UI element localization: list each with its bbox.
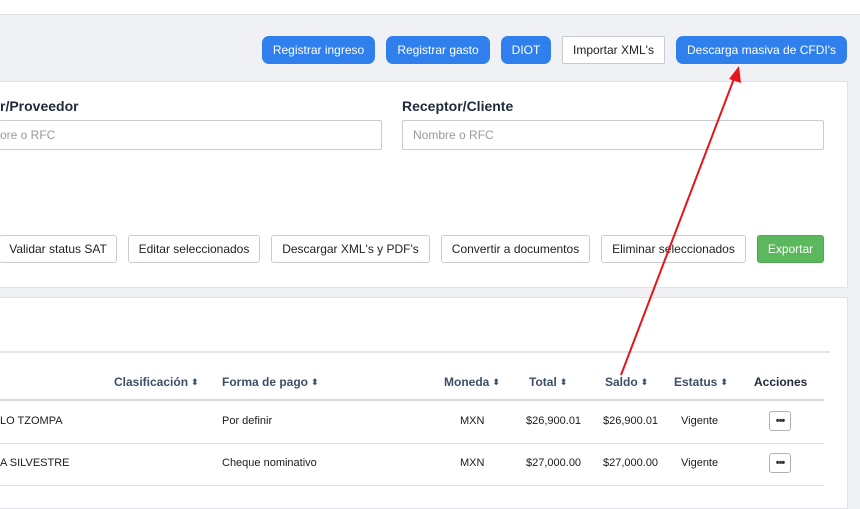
row2-estatus: Vigente [681, 457, 719, 469]
receptor-label: Receptor/Cliente [402, 98, 514, 114]
sort-icon: ⬍ [559, 376, 568, 387]
descargar-xml-pdf-button[interactable]: Descargar XML's y PDF's [271, 235, 430, 263]
eliminar-seleccionados-button[interactable]: Eliminar seleccionados [601, 235, 746, 263]
table-top-divider [0, 351, 830, 353]
row1-forma-pago: Por definir [222, 415, 273, 427]
descarga-masiva-button[interactable]: Descarga masiva de CFDI's [676, 36, 847, 64]
sort-icon: ⬍ [720, 376, 728, 387]
row1-estatus: Vigente [681, 415, 719, 427]
header-acciones: Acciones [754, 375, 808, 389]
editar-seleccionados-button[interactable]: Editar seleccionados [128, 235, 260, 263]
header-moneda[interactable]: Moneda ⬍ [444, 375, 500, 389]
validar-status-sat-button[interactable]: Validar status SAT [0, 235, 117, 263]
sort-icon: ⬍ [640, 376, 649, 387]
diot-button[interactable]: DIOT [501, 36, 551, 64]
table-card [0, 297, 848, 509]
header-forma-pago[interactable]: Forma de pago ⬍ [222, 375, 319, 389]
row1-nombre: LO TZOMPA [0, 415, 63, 427]
convertir-documentos-button[interactable]: Convertir a documentos [441, 235, 590, 263]
row-divider [0, 485, 824, 486]
sort-icon: ⬍ [492, 376, 500, 387]
emisor-input[interactable]: ore o RFC [0, 120, 382, 150]
sort-icon: ⬍ [191, 376, 199, 387]
top-bar [0, 0, 860, 15]
row2-nombre: A SILVESTRE [0, 457, 70, 469]
registrar-ingreso-button[interactable]: Registrar ingreso [262, 36, 375, 64]
row2-saldo: $27,000.00 [603, 457, 659, 469]
row1-actions-button[interactable]: ••• [769, 411, 791, 431]
header-estatus[interactable]: Estatus ⬍ [674, 375, 728, 389]
registrar-gasto-button[interactable]: Registrar gasto [386, 36, 490, 64]
row1-saldo: $26,900.01 [603, 415, 659, 427]
row1-total: $26,900.01 [526, 415, 582, 427]
importar-xml-button[interactable]: Importar XML's [562, 36, 665, 64]
row2-actions-button[interactable]: ••• [769, 453, 791, 473]
row-divider [0, 443, 824, 444]
receptor-input[interactable]: Nombre o RFC [402, 120, 824, 150]
row2-forma-pago: Cheque nominativo [222, 457, 317, 469]
header-total[interactable]: Total ⬍ [529, 375, 567, 389]
header-clasificacion[interactable]: Clasificación ⬍ [114, 375, 199, 389]
sort-icon: ⬍ [311, 376, 319, 387]
exportar-button[interactable]: Exportar [757, 235, 824, 263]
header-saldo[interactable]: Saldo ⬍ [605, 375, 648, 389]
row1-moneda: MXN [460, 415, 485, 427]
row2-total: $27,000.00 [526, 457, 582, 469]
emisor-label: r/Proveedor [0, 98, 79, 114]
row2-moneda: MXN [460, 457, 485, 469]
header-divider [0, 399, 824, 401]
